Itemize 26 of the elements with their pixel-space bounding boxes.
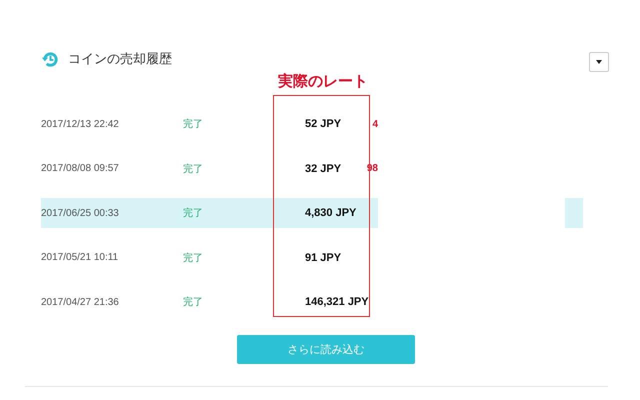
- status-cell-text: 完了: [183, 252, 204, 264]
- date-cell-text: 2017/05/21 10:11: [41, 252, 120, 263]
- status-cell-text: 完了: [183, 296, 204, 309]
- status-cell-text: 完了: [183, 118, 204, 131]
- amount-cell: 32 JPY: [305, 162, 342, 174]
- section-title: コインの売却履歴: [68, 50, 172, 68]
- dropdown-button[interactable]: [589, 52, 609, 72]
- date-cell-text: 2017/12/13 22:42: [41, 118, 120, 130]
- status-cell-text: 完了: [183, 162, 204, 176]
- table-row[interactable]: 2017/06/25 00:33 完了 4,830 JPY: [41, 198, 378, 228]
- table-row[interactable]: 2017/05/21 10:11 完了 91 JPY: [41, 242, 378, 272]
- date-cell-text: 2017/08/08 09:57: [41, 163, 120, 174]
- table-row[interactable]: 2017/12/13 22:42 完了 52 JPY 4: [41, 109, 378, 139]
- date-cell-text: 2017/06/25 00:33: [41, 208, 120, 218]
- date-cell-text: 2017/04/27 21:36: [41, 296, 120, 308]
- history-icon: [41, 50, 60, 68]
- table-row[interactable]: 2017/04/27 21:36 完了 146,321 JPY: [41, 287, 378, 317]
- amount-cell: 146,321 JPY: [305, 296, 369, 308]
- amount-cell: 52 JPY: [305, 118, 342, 130]
- amount-cell: 91 JPY: [305, 252, 342, 264]
- amount-cell: 4,830 JPY: [305, 207, 356, 219]
- row-highlight: [565, 198, 583, 228]
- caret-icon: [596, 60, 602, 64]
- table-cell: 4: [372, 118, 378, 130]
- annotation-label: 実際のレート: [278, 72, 368, 91]
- status-cell-text: 完了: [183, 206, 204, 220]
